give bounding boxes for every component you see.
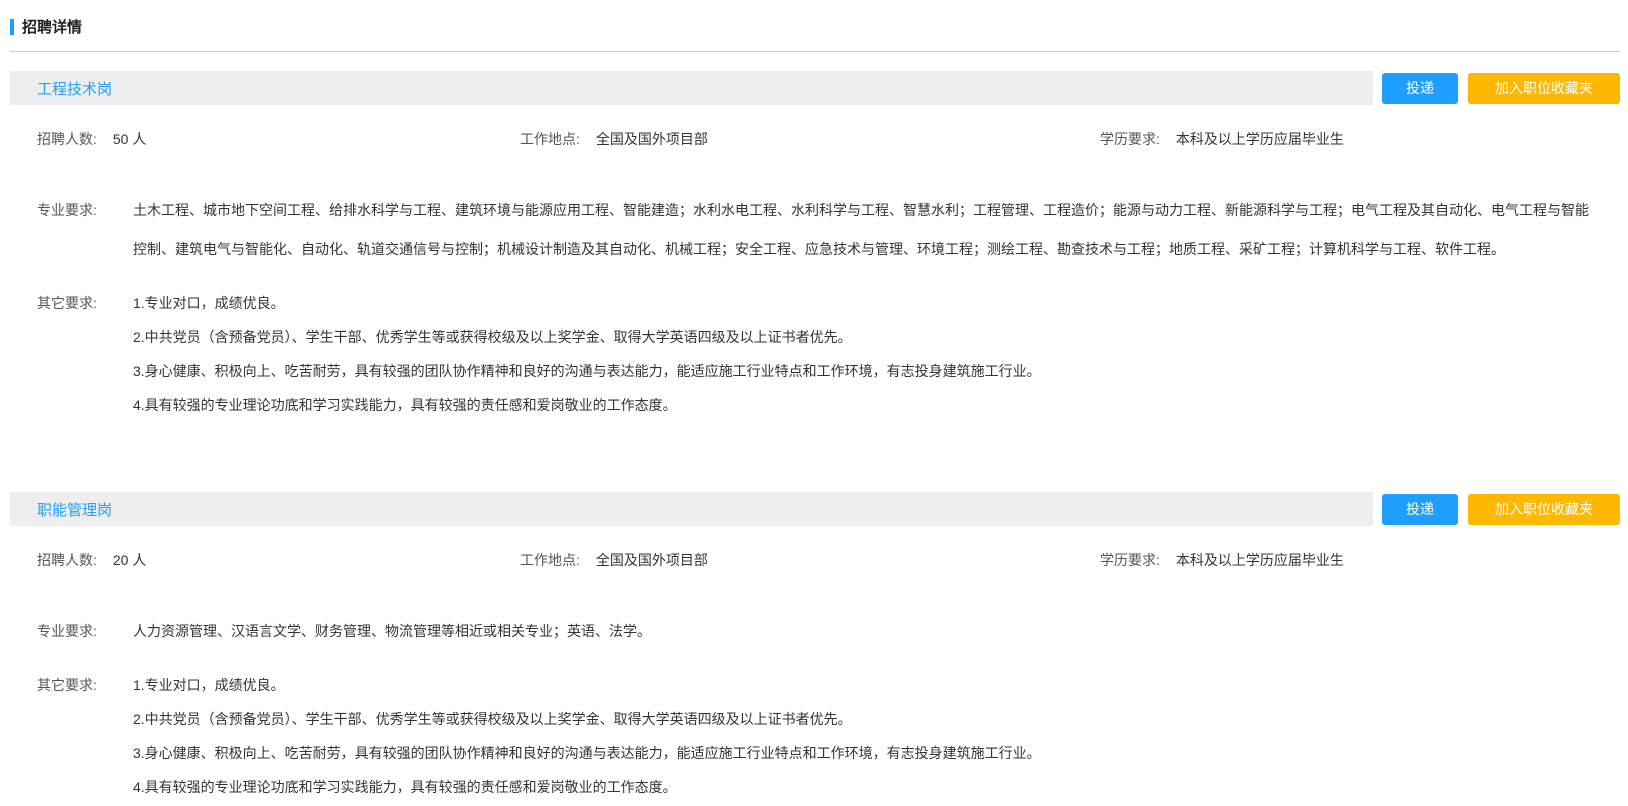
requirement-item: 3.身心健康、积极向上、吃苦耐劳，具有较强的团队协作精神和良好的沟通与表达能力，…: [133, 745, 1592, 762]
education-label: 学历要求:: [1100, 550, 1160, 570]
job-info-row: 招聘人数: 20 人 工作地点: 全国及国外项目部 学历要求: 本科及以上学历应…: [37, 550, 1592, 570]
other-label: 其它要求:: [37, 295, 117, 414]
major-label: 专业要求:: [37, 612, 117, 651]
headcount-value: 50 人: [113, 129, 146, 149]
other-requirements-list: 1.专业对口，成绩优良。 2.中共党员（含预备党员）、学生干部、优秀学生等或获得…: [133, 677, 1592, 796]
other-requirements-row: 其它要求: 1.专业对口，成绩优良。 2.中共党员（含预备党员）、学生干部、优秀…: [37, 295, 1592, 414]
headcount-label: 招聘人数:: [37, 550, 97, 570]
major-requirements-row: 专业要求: 人力资源管理、汉语言文学、财务管理、物流管理等相近或相关专业；英语、…: [37, 612, 1592, 651]
job-header: 职能管理岗 投递 加入职位收藏夹: [10, 492, 1620, 526]
requirement-item: 2.中共党员（含预备党员）、学生干部、优秀学生等或获得校级及以上奖学金、取得大学…: [133, 329, 1592, 346]
apply-button[interactable]: 投递: [1382, 73, 1458, 104]
headcount-label: 招聘人数:: [37, 129, 97, 149]
requirement-item: 4.具有较强的专业理论功底和学习实践能力，具有较强的责任感和爱岗敬业的工作态度。: [133, 779, 1592, 796]
job-card-engineering: 工程技术岗 投递 加入职位收藏夹 招聘人数: 50 人 工作地点: 全国及国外项…: [10, 71, 1620, 414]
education-value: 本科及以上学历应届毕业生: [1176, 550, 1344, 570]
education-label: 学历要求:: [1100, 129, 1160, 149]
job-card-management: 职能管理岗 投递 加入职位收藏夹 招聘人数: 20 人 工作地点: 全国及国外项…: [10, 492, 1620, 796]
job-header: 工程技术岗 投递 加入职位收藏夹: [10, 71, 1620, 105]
job-title-bar: 工程技术岗: [10, 71, 1373, 105]
requirement-item: 1.专业对口，成绩优良。: [133, 677, 1592, 694]
education-field: 学历要求: 本科及以上学历应届毕业生: [1100, 550, 1344, 570]
requirement-item: 1.专业对口，成绩优良。: [133, 295, 1592, 312]
job-title-bar: 职能管理岗: [10, 492, 1373, 526]
location-value: 全国及国外项目部: [596, 129, 708, 149]
title-marker: [10, 19, 14, 35]
location-label: 工作地点:: [520, 550, 580, 570]
requirement-item: 4.具有较强的专业理论功底和学习实践能力，具有较强的责任感和爱岗敬业的工作态度。: [133, 397, 1592, 414]
other-requirements-row: 其它要求: 1.专业对口，成绩优良。 2.中共党员（含预备党员）、学生干部、优秀…: [37, 677, 1592, 796]
page-header: 招聘详情: [10, 16, 1620, 37]
requirement-item: 3.身心健康、积极向上、吃苦耐劳，具有较强的团队协作精神和良好的沟通与表达能力，…: [133, 363, 1592, 380]
location-field: 工作地点: 全国及国外项目部: [520, 550, 1100, 570]
other-label: 其它要求:: [37, 677, 117, 796]
requirement-item: 2.中共党员（含预备党员）、学生干部、优秀学生等或获得校级及以上奖学金、取得大学…: [133, 711, 1592, 728]
add-to-favorites-button[interactable]: 加入职位收藏夹: [1468, 73, 1620, 104]
headcount-field: 招聘人数: 20 人: [37, 550, 520, 570]
major-label: 专业要求:: [37, 191, 117, 230]
page-title: 招聘详情: [22, 16, 82, 37]
headcount-value: 20 人: [113, 550, 146, 570]
apply-button[interactable]: 投递: [1382, 494, 1458, 525]
other-requirements-list: 1.专业对口，成绩优良。 2.中共党员（含预备党员）、学生干部、优秀学生等或获得…: [133, 295, 1592, 414]
recruitment-detail-page: 招聘详情 工程技术岗 投递 加入职位收藏夹 招聘人数: 50 人 工作地点: 全…: [0, 0, 1628, 806]
job-body: 招聘人数: 50 人 工作地点: 全国及国外项目部 学历要求: 本科及以上学历应…: [10, 105, 1620, 414]
major-requirements-row: 专业要求: 土木工程、城市地下空间工程、给排水科学与工程、建筑环境与能源应用工程…: [37, 191, 1592, 269]
major-value: 人力资源管理、汉语言文学、财务管理、物流管理等相近或相关专业；英语、法学。: [133, 612, 1592, 651]
job-title: 工程技术岗: [37, 78, 112, 99]
education-value: 本科及以上学历应届毕业生: [1176, 129, 1344, 149]
add-to-favorites-button[interactable]: 加入职位收藏夹: [1468, 494, 1620, 525]
location-label: 工作地点:: [520, 129, 580, 149]
major-value: 土木工程、城市地下空间工程、给排水科学与工程、建筑环境与能源应用工程、智能建造；…: [133, 191, 1592, 269]
location-value: 全国及国外项目部: [596, 550, 708, 570]
education-field: 学历要求: 本科及以上学历应届毕业生: [1100, 129, 1344, 149]
headcount-field: 招聘人数: 50 人: [37, 129, 520, 149]
job-info-row: 招聘人数: 50 人 工作地点: 全国及国外项目部 学历要求: 本科及以上学历应…: [37, 129, 1592, 149]
job-title: 职能管理岗: [37, 499, 112, 520]
header-divider: [10, 51, 1620, 52]
location-field: 工作地点: 全国及国外项目部: [520, 129, 1100, 149]
job-body: 招聘人数: 20 人 工作地点: 全国及国外项目部 学历要求: 本科及以上学历应…: [10, 526, 1620, 796]
